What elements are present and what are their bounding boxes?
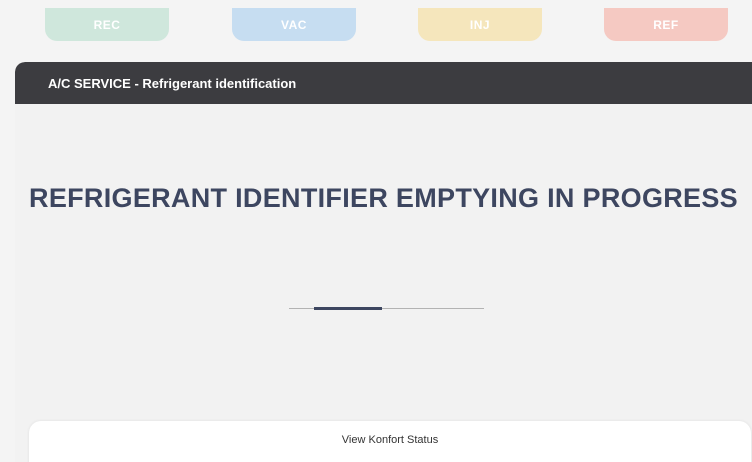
step-tab-rec[interactable]: REC (45, 8, 169, 41)
step-tab-inj[interactable]: INJ (418, 8, 542, 41)
view-konfort-status-button[interactable]: View Konfort Status (29, 421, 751, 462)
konfort-button-label: View Konfort Status (341, 434, 439, 446)
step-tabs: REC VAC INJ REF (0, 0, 752, 44)
step-tab-ref[interactable]: REF (604, 8, 728, 41)
progress-bar (289, 307, 484, 310)
service-panel: A/C SERVICE - Refrigerant identification… (15, 62, 752, 462)
panel-title: A/C SERVICE - Refrigerant identification (48, 75, 297, 91)
status-message: REFRIGERANT IDENTIFIER EMPTYING IN PROGR… (29, 183, 738, 213)
progress-bar-fill (314, 307, 382, 310)
panel-header: A/C SERVICE - Refrigerant identification (15, 62, 752, 104)
step-tab-vac[interactable]: VAC (232, 8, 356, 41)
